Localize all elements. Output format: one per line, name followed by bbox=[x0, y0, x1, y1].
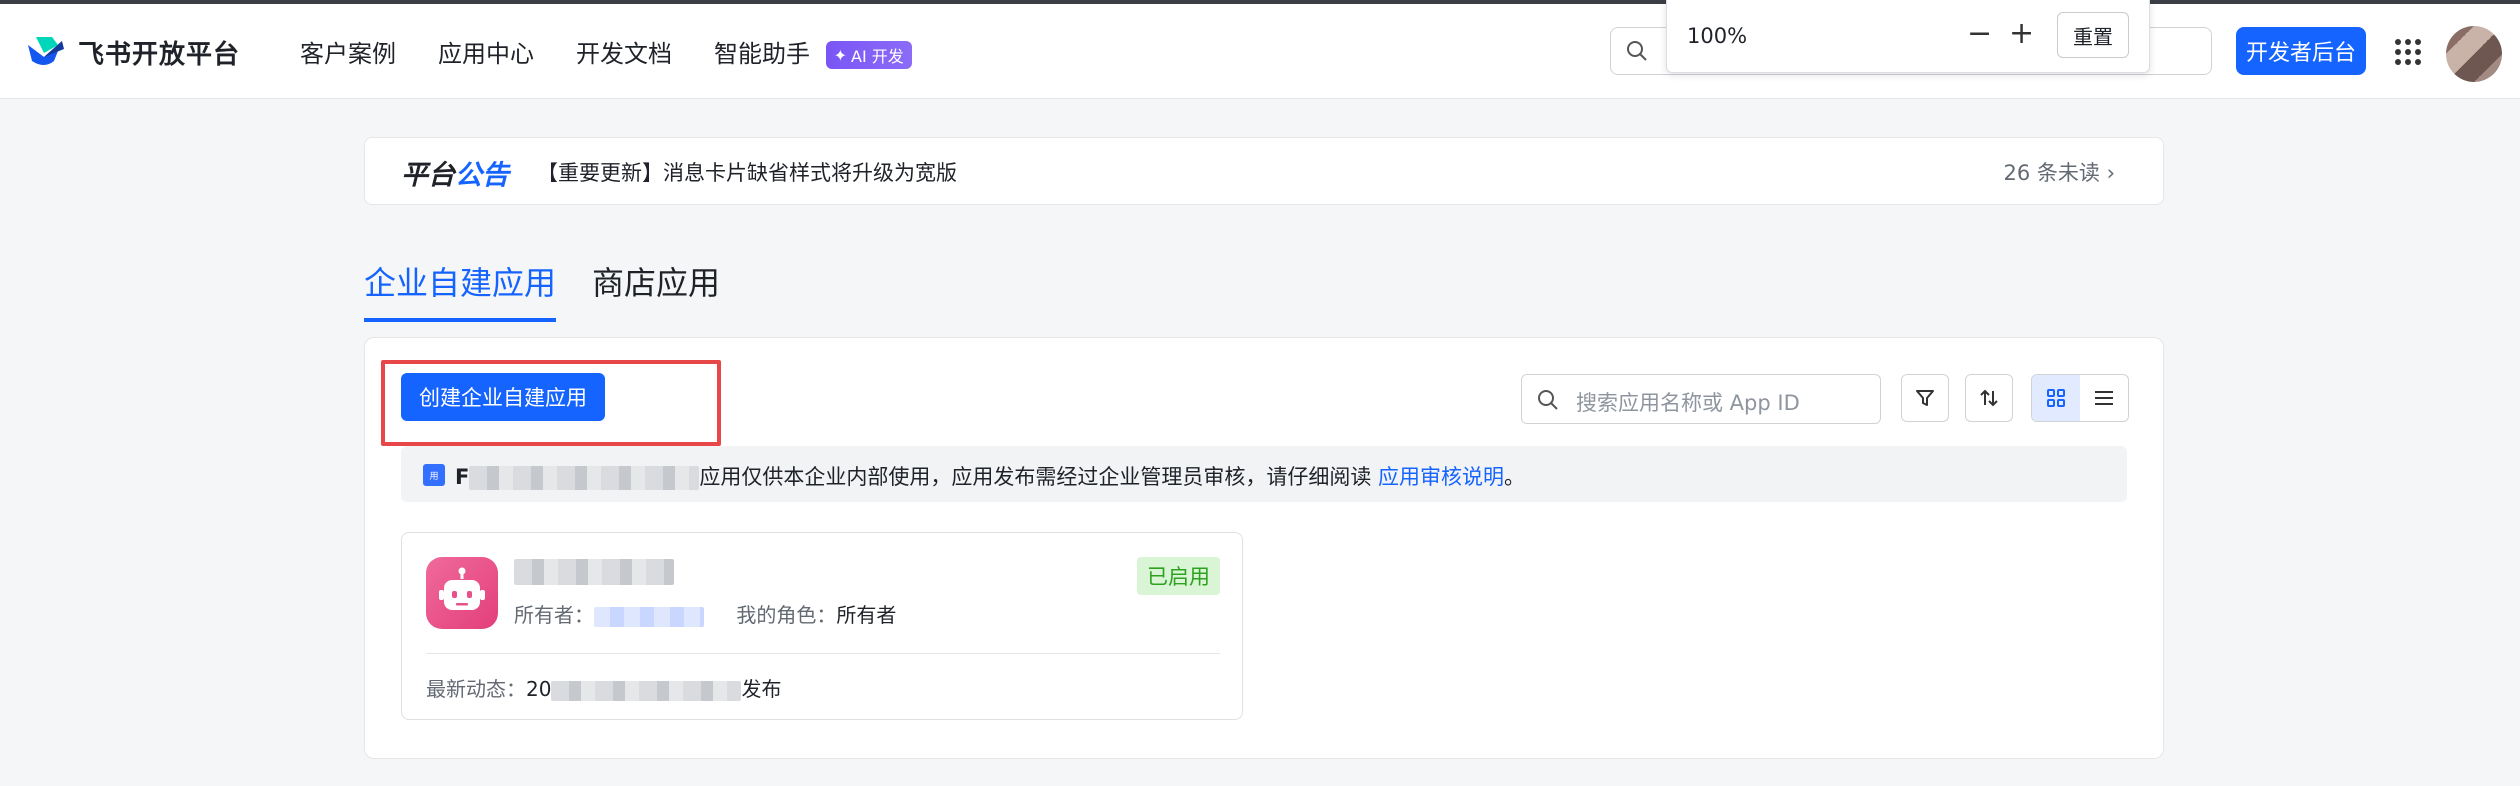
notice-title: 平台公告 bbox=[401, 153, 509, 192]
owner-label: 所有者： bbox=[514, 603, 594, 627]
owner-redacted bbox=[594, 606, 704, 627]
role-value: 所有者 bbox=[836, 603, 897, 627]
nav-smart-assistant-label: 智能助手 bbox=[714, 40, 810, 68]
main-nav: 客户案例 应用中心 开发文档 智能助手 ✦ AI 开发 bbox=[300, 34, 912, 69]
status-badge: 已启用 bbox=[1137, 557, 1220, 595]
info-text: F 应用仅供本企业内部使用，应用发布需经过企业管理员审核，请仔细阅读 应用审核说明… bbox=[455, 461, 1525, 491]
notice-unread-link[interactable]: 26 条未读 › bbox=[2004, 157, 2116, 187]
zoom-out-button[interactable]: − bbox=[1967, 14, 1992, 54]
app-name-redacted bbox=[514, 559, 674, 585]
notice-unread-count: 26 条未读 bbox=[2003, 161, 2100, 185]
review-guide-link[interactable]: 应用审核说明 bbox=[1378, 465, 1504, 489]
chevron-right-icon: › bbox=[2106, 161, 2115, 185]
filter-button[interactable] bbox=[1901, 374, 1949, 422]
app-card[interactable]: 所有者： 我的角色：所有者 已启用 最新动态：20 发布 bbox=[401, 532, 1243, 720]
tab-store-apps[interactable]: 商店应用 bbox=[592, 258, 720, 322]
user-avatar[interactable] bbox=[2446, 26, 2502, 82]
activity-label: 最新动态： bbox=[426, 677, 526, 701]
notice-title-a: 平台 bbox=[401, 160, 455, 191]
info-bar: 用 F 应用仅供本企业内部使用，应用发布需经过企业管理员审核，请仔细阅读 应用审核… bbox=[401, 446, 2127, 502]
search-icon bbox=[1627, 41, 1647, 61]
logo[interactable]: 飞书开放平台 bbox=[26, 34, 240, 71]
list-view-button[interactable] bbox=[2080, 375, 2128, 421]
info-lead: F bbox=[455, 465, 470, 489]
owner-line: 所有者： 我的角色：所有者 bbox=[514, 599, 896, 628]
nav-customer-cases[interactable]: 客户案例 bbox=[300, 34, 396, 69]
latest-activity: 最新动态：20 发布 bbox=[426, 673, 781, 702]
activity-suffix: 发布 bbox=[741, 677, 782, 701]
zoom-level: 100% bbox=[1687, 24, 1748, 48]
zoom-popup: 100% − + 重置 bbox=[1666, 0, 2150, 73]
app-search-placeholder: 搜索应用名称或 App ID bbox=[1576, 391, 1800, 415]
nav-app-center[interactable]: 应用中心 bbox=[438, 34, 534, 69]
app-grid-icon[interactable] bbox=[2394, 38, 2422, 66]
card-divider bbox=[426, 653, 1220, 654]
view-toggle bbox=[2031, 374, 2129, 422]
logo-text: 飞书开放平台 bbox=[78, 40, 241, 70]
nav-dev-docs[interactable]: 开发文档 bbox=[576, 34, 672, 69]
notice-text[interactable]: 【重要更新】消息卡片缺省样式将升级为宽版 bbox=[537, 157, 957, 187]
sparkle-icon: ✦ bbox=[833, 45, 848, 65]
redacted-text bbox=[469, 466, 700, 490]
tab-enterprise-apps[interactable]: 企业自建应用 bbox=[364, 258, 557, 322]
nav-smart-assistant[interactable]: 智能助手 ✦ AI 开发 bbox=[714, 34, 912, 69]
apps-panel: 创建企业自建应用 搜索应用名称或 App ID 用 F 应用仅供本企业内部使用，… bbox=[364, 337, 2164, 759]
role-label: 我的角色： bbox=[736, 603, 837, 627]
activity-prefix: 20 bbox=[526, 677, 552, 701]
search-icon bbox=[1538, 390, 1558, 410]
filter-icon bbox=[1916, 390, 1934, 406]
info-body: 应用仅供本企业内部使用，应用发布需经过企业管理员审核，请仔细阅读 bbox=[699, 465, 1372, 489]
app-search-input[interactable]: 搜索应用名称或 App ID bbox=[1521, 374, 1881, 424]
zoom-in-button[interactable]: + bbox=[2009, 14, 2034, 54]
feishu-logo-icon bbox=[28, 36, 64, 65]
grid-view-button[interactable] bbox=[2032, 375, 2080, 421]
robot-icon bbox=[426, 557, 498, 629]
info-tail: 。 bbox=[1504, 465, 1526, 489]
zoom-reset-button[interactable]: 重置 bbox=[2057, 12, 2129, 58]
list-view-icon bbox=[2095, 391, 2113, 405]
app-badge-icon: 用 bbox=[423, 464, 445, 486]
highlight-annotation-box bbox=[381, 360, 721, 446]
app-type-tabs: 企业自建应用 商店应用 bbox=[364, 258, 720, 322]
sort-icon bbox=[1980, 389, 1998, 407]
sort-button[interactable] bbox=[1965, 374, 2013, 422]
notice-title-b: 公告 bbox=[455, 160, 509, 191]
ai-badge: ✦ AI 开发 bbox=[825, 41, 912, 69]
ai-badge-label: AI 开发 bbox=[851, 47, 904, 66]
platform-notice[interactable]: 平台公告 【重要更新】消息卡片缺省样式将升级为宽版 26 条未读 › bbox=[364, 137, 2164, 205]
developer-console-button[interactable]: 开发者后台 bbox=[2236, 27, 2366, 75]
activity-redacted bbox=[551, 680, 742, 701]
grid-view-icon bbox=[2047, 389, 2065, 407]
